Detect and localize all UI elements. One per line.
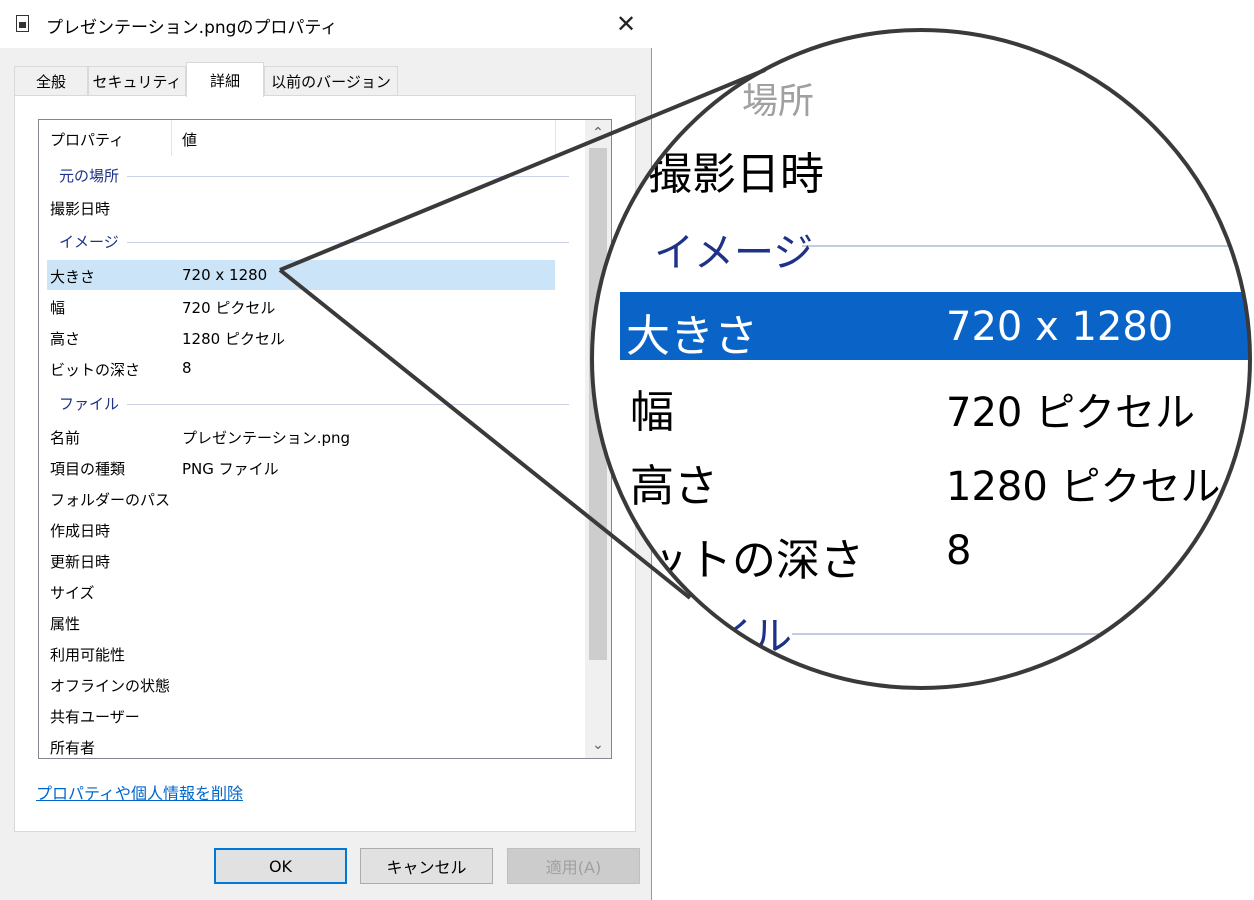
scroll-up-button[interactable]: ⌃ — [585, 120, 611, 146]
property-name: 高さ — [50, 330, 81, 348]
zoom-dim-value: 720 x 1280 — [946, 304, 1174, 350]
property-value: プレゼンテーション.png — [182, 429, 351, 447]
list-item[interactable]: フォルダーのパス — [47, 483, 555, 513]
property-name: フォルダーのパス — [50, 491, 171, 509]
property-name: 属性 — [50, 615, 81, 633]
ok-button[interactable]: OK — [214, 848, 347, 884]
list-item[interactable]: 利用可能性 — [47, 638, 555, 668]
zoom-group-divider — [792, 633, 1250, 635]
cancel-button[interactable]: キャンセル — [360, 848, 493, 884]
list-item[interactable]: 更新日時 — [47, 545, 555, 575]
tab-details[interactable]: 詳細 — [186, 62, 264, 97]
property-value: 720 x 1280 — [182, 266, 268, 284]
property-name: 幅 — [50, 299, 66, 317]
property-value: 1280 ピクセル — [182, 330, 285, 348]
zoom-date-taken: 撮影日時 — [648, 149, 824, 200]
title-bar: プレゼンテーション.pngのプロパティ ✕ — [0, 0, 652, 48]
list-item-selected[interactable]: 大きさ 720 x 1280 — [47, 260, 555, 290]
list-item[interactable]: 作成日時 — [47, 514, 555, 544]
list-item[interactable]: 名前 プレゼンテーション.png — [47, 421, 555, 451]
tab-previous-versions[interactable]: 以前のバージョン — [264, 66, 398, 96]
property-name: ビットの深さ — [50, 361, 141, 379]
list-item[interactable]: 幅 720 ピクセル — [47, 291, 555, 321]
property-name: 所有者 — [50, 739, 96, 757]
group-divider — [59, 176, 569, 177]
properties-dialog: プレゼンテーション.pngのプロパティ ✕ 全般 セキュリティ 詳細 以前のバー… — [0, 0, 652, 900]
property-name: 作成日時 — [50, 522, 111, 540]
property-name: 名前 — [50, 429, 81, 447]
property-value: 8 — [182, 359, 192, 377]
group-origin: 元の場所 — [59, 160, 569, 190]
tab-security[interactable]: セキュリティ — [88, 66, 186, 96]
property-name: オフラインの状態 — [50, 677, 171, 695]
group-image: イメージ — [59, 226, 569, 256]
list-header: プロパティ 値 — [39, 120, 585, 156]
zoom-height-value: 1280 ピクセル — [946, 464, 1221, 510]
property-name: 共有ユーザー — [50, 708, 140, 726]
list-item[interactable]: 所有者 — [47, 731, 555, 758]
group-label: ファイル — [59, 393, 128, 414]
list-item[interactable]: 高さ 1280 ピクセル — [47, 322, 555, 352]
chevron-up-icon: ⌃ — [592, 125, 604, 141]
group-divider — [59, 404, 569, 405]
zoom-width-value: 720 ピクセル — [946, 390, 1196, 436]
list-item[interactable]: ビットの深さ 8 — [47, 353, 555, 383]
remove-properties-link[interactable]: プロパティや個人情報を削除 — [36, 780, 243, 804]
list-item[interactable]: 共有ユーザー — [47, 700, 555, 730]
file-icon — [16, 15, 29, 32]
chevron-down-icon: ⌄ — [592, 737, 604, 753]
property-value: 720 ピクセル — [182, 299, 276, 317]
zoom-selected-row — [620, 292, 1250, 360]
list-item[interactable]: 属性 — [47, 607, 555, 637]
column-divider[interactable] — [171, 120, 172, 156]
zoom-partial-origin: 場所 — [742, 81, 815, 122]
property-name: 利用可能性 — [50, 646, 126, 664]
column-divider[interactable] — [555, 120, 556, 156]
zoom-image-group: イメージ — [654, 230, 814, 276]
group-label: 元の場所 — [59, 165, 128, 186]
scroll-thumb[interactable] — [589, 148, 607, 660]
zoom-file-group-partial: イル — [712, 614, 792, 660]
vertical-scrollbar[interactable]: ⌃ ⌄ — [585, 120, 611, 758]
list-item[interactable]: 項目の種類 PNG ファイル — [47, 452, 555, 482]
scroll-down-button[interactable]: ⌄ — [585, 732, 611, 758]
zoom-lens-border — [590, 28, 1252, 690]
column-header-value[interactable]: 値 — [182, 129, 197, 150]
list-item[interactable]: 撮影日時 — [47, 192, 555, 222]
group-divider — [59, 242, 569, 243]
zoom-group-divider — [802, 245, 1250, 247]
tab-general[interactable]: 全般 — [14, 66, 88, 96]
zoom-depth-key: ットの深さ — [644, 535, 864, 586]
list-item[interactable]: オフラインの状態 — [47, 669, 555, 699]
group-file: ファイル — [59, 388, 569, 418]
property-name: 更新日時 — [50, 553, 111, 571]
property-value: PNG ファイル — [182, 460, 279, 478]
property-name: 撮影日時 — [50, 200, 111, 218]
close-button[interactable]: ✕ — [600, 0, 652, 48]
zoom-depth-value: 8 — [946, 528, 972, 574]
zoom-lens: 場所 撮影日時 イメージ 大きさ 720 x 1280 幅 720 ピクセル 高… — [592, 30, 1250, 688]
window-title: プレゼンテーション.pngのプロパティ — [46, 18, 338, 38]
close-icon: ✕ — [615, 10, 637, 38]
column-header-property[interactable]: プロパティ — [50, 129, 124, 150]
property-list[interactable]: プロパティ 値 元の場所 撮影日時 イメージ 大きさ 720 x 1280 幅 … — [38, 119, 612, 759]
list-item[interactable]: サイズ — [47, 576, 555, 606]
property-name: 大きさ — [50, 268, 96, 286]
property-name: サイズ — [50, 584, 95, 602]
group-label: イメージ — [59, 231, 127, 252]
property-name: 項目の種類 — [50, 460, 126, 478]
apply-button[interactable]: 適用(A) — [507, 848, 640, 884]
